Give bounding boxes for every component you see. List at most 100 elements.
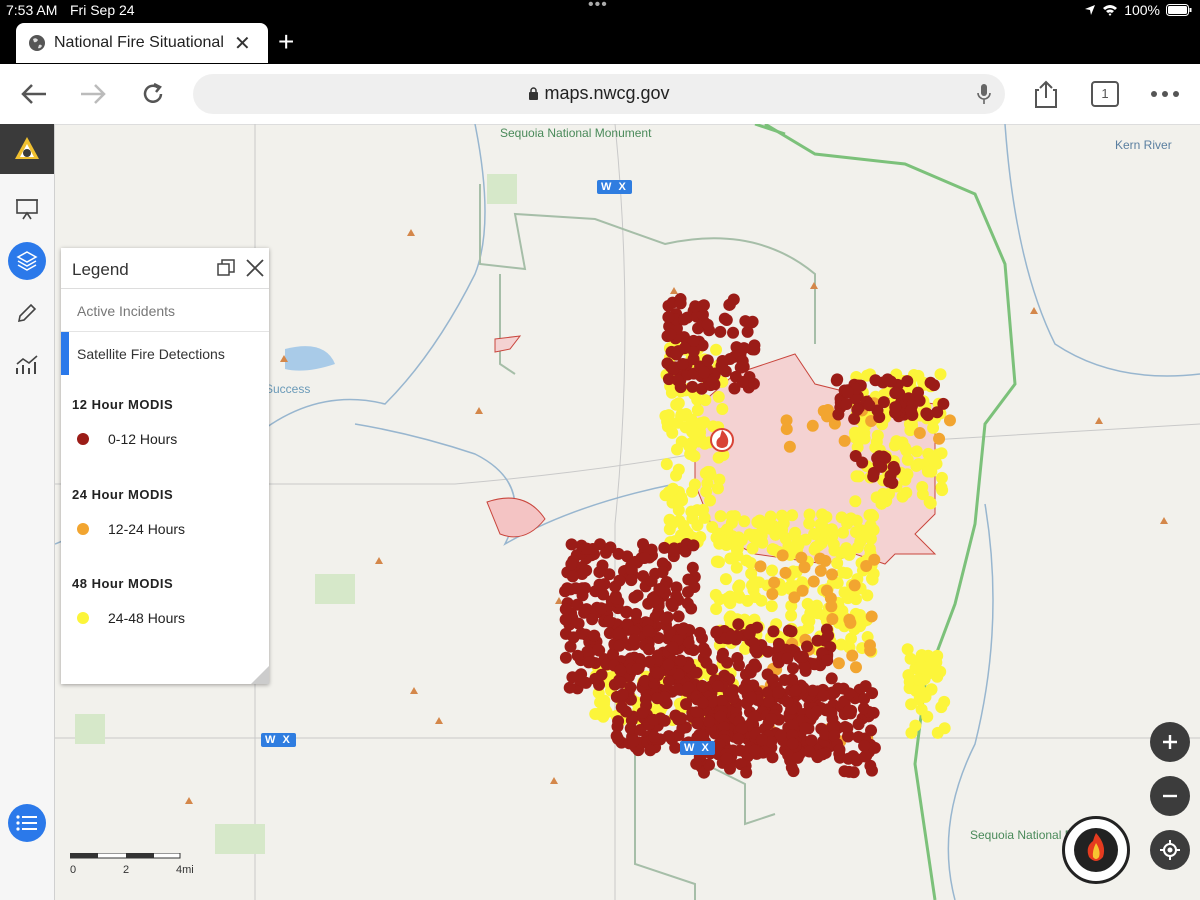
tab-satellite-fire-detections[interactable]: Satellite Fire Detections xyxy=(61,332,269,375)
more-button[interactable] xyxy=(1147,76,1183,112)
fire-detection-point xyxy=(696,696,709,709)
fire-detection-point xyxy=(924,376,937,389)
zoom-in-button[interactable] xyxy=(1150,722,1190,762)
fire-detection-point xyxy=(744,691,757,704)
microphone-icon[interactable] xyxy=(977,83,991,105)
fire-detection-point xyxy=(803,745,816,758)
fire-detection-point xyxy=(899,473,912,486)
fire-detection-point xyxy=(786,509,799,522)
fire-detection-point xyxy=(592,643,605,656)
share-button[interactable] xyxy=(1028,76,1064,112)
fire-detection-point xyxy=(767,625,780,638)
fire-detection-point xyxy=(658,714,671,727)
fire-detection-point xyxy=(856,456,869,469)
battery-percent: 100% xyxy=(1124,2,1160,18)
fire-detection-point xyxy=(921,710,934,723)
multitasking-dots-icon[interactable]: ••• xyxy=(588,0,608,14)
fire-detection-point xyxy=(928,454,941,467)
fire-detection-point xyxy=(580,542,593,555)
resize-handle[interactable] xyxy=(251,666,269,684)
fire-detection-point xyxy=(752,533,765,546)
fire-detection-point xyxy=(781,695,794,708)
fire-detection-point xyxy=(810,705,823,718)
close-icon[interactable] xyxy=(245,258,265,278)
fire-detection-point xyxy=(935,471,948,484)
fire-detection-point xyxy=(905,698,918,711)
locate-me-button[interactable] xyxy=(1150,830,1190,870)
fire-detection-point xyxy=(732,732,745,745)
fire-detection-point xyxy=(710,603,723,616)
scale-tick: 0 xyxy=(70,864,77,876)
fire-detection-point xyxy=(612,715,625,728)
fire-detection-point xyxy=(845,632,858,645)
app-logo[interactable] xyxy=(0,124,54,174)
fire-detection-point xyxy=(840,397,853,410)
fire-detection-point xyxy=(628,633,641,646)
fire-detection-point xyxy=(693,626,706,639)
fire-detection-point xyxy=(690,757,703,770)
fire-detection-point xyxy=(816,748,829,761)
restore-window-icon[interactable] xyxy=(217,259,235,277)
tabs-button[interactable]: 1 xyxy=(1087,76,1123,112)
fire-detection-point xyxy=(846,649,859,662)
fire-detection-point xyxy=(561,582,574,595)
fire-detection-point xyxy=(865,610,878,623)
fire-detection-point xyxy=(923,495,936,508)
fire-detection-point xyxy=(905,726,918,739)
minus-icon xyxy=(1163,794,1177,798)
fire-detection-point xyxy=(889,401,902,414)
fire-detection-point xyxy=(689,300,702,313)
fire-detection-point xyxy=(614,676,627,689)
fire-detection-point xyxy=(661,415,674,428)
fire-detection-point xyxy=(720,752,733,765)
tab-count: 1 xyxy=(1091,81,1119,107)
fire-detection-point xyxy=(595,668,608,681)
fire-detection-point xyxy=(789,526,802,539)
list-menu-button[interactable] xyxy=(8,804,46,842)
fire-detection-point xyxy=(602,615,615,628)
fire-incident-icon[interactable] xyxy=(710,428,734,452)
address-bar[interactable]: maps.nwcg.gov xyxy=(193,74,1005,114)
fire-detection-point xyxy=(691,519,704,532)
fire-detection-point xyxy=(672,610,685,623)
close-tab-icon[interactable]: ✕ xyxy=(234,31,251,56)
fire-detection-point xyxy=(674,297,687,310)
fire-detection-point xyxy=(610,730,623,743)
fire-detection-point xyxy=(615,701,628,714)
wx-station-badge[interactable]: W X xyxy=(680,741,715,755)
fire-detection-point xyxy=(748,343,761,356)
scale-bar: 0 2 4mi xyxy=(69,852,194,876)
fire-detection-point xyxy=(737,342,750,355)
fire-detection-point xyxy=(565,558,578,571)
zoom-out-button[interactable] xyxy=(1150,776,1190,816)
forward-button[interactable] xyxy=(75,76,111,112)
fire-detection-point xyxy=(702,465,715,478)
presentation-tool[interactable] xyxy=(8,190,46,228)
new-tab-icon[interactable]: + xyxy=(278,28,294,56)
fire-detection-point xyxy=(838,765,851,778)
tab-active-incidents[interactable]: Active Incidents xyxy=(61,289,269,332)
reload-button[interactable] xyxy=(135,76,171,112)
analytics-tool[interactable] xyxy=(8,346,46,384)
wx-station-badge[interactable]: W X xyxy=(261,733,296,747)
layers-tool[interactable] xyxy=(8,242,46,280)
draw-tool[interactable] xyxy=(8,294,46,332)
fire-detection-point xyxy=(714,325,727,338)
fire-detection-point xyxy=(763,695,776,708)
fire-detection-point xyxy=(566,671,579,684)
fire-detection-point xyxy=(687,539,700,552)
presentation-icon xyxy=(16,199,38,220)
back-button[interactable] xyxy=(16,76,52,112)
reload-icon xyxy=(143,82,163,103)
fire-detection-point xyxy=(651,666,664,679)
fire-detection-point xyxy=(659,612,672,625)
fire-detection-point xyxy=(682,681,695,694)
fire-detection-point xyxy=(840,567,853,580)
legend-title: Legend xyxy=(72,260,129,279)
fire-detection-point xyxy=(826,568,839,581)
fire-detection-point xyxy=(860,559,873,572)
fire-detection-point xyxy=(559,651,572,664)
wx-station-badge[interactable]: W X xyxy=(597,180,632,194)
browser-tab[interactable]: National Fire Situational / ✕ xyxy=(16,23,268,63)
fire-detection-point xyxy=(832,657,845,670)
